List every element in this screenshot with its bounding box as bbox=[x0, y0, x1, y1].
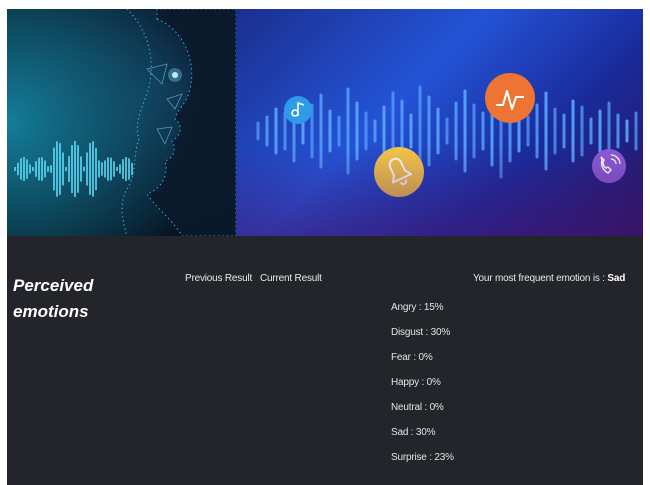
frequent-emotion-summary: Your most frequent emotion is : Sad bbox=[473, 273, 625, 284]
emotion-item-angry: Angry : 15% bbox=[391, 302, 444, 313]
emotion-item-neutral: Neutral : 0% bbox=[391, 402, 444, 413]
tab-previous-result[interactable]: Previous Result bbox=[185, 273, 252, 284]
face-illustration bbox=[7, 9, 236, 236]
emotion-item-happy: Happy : 0% bbox=[391, 377, 441, 388]
signal-wave-icon bbox=[485, 73, 535, 123]
frequent-emotion-label: Your most frequent emotion is : bbox=[473, 273, 608, 284]
frequent-emotion-value: Sad bbox=[607, 273, 626, 284]
emotion-item-surprise: Surprise : 23% bbox=[391, 452, 454, 463]
sound-wave-illustration bbox=[236, 9, 643, 236]
bell-icon bbox=[374, 147, 424, 197]
page-title: Perceived emotions bbox=[13, 276, 94, 321]
tab-current-result[interactable]: Current Result bbox=[260, 273, 322, 284]
emotion-item-fear: Fear : 0% bbox=[391, 352, 433, 363]
result-tabs: Previous Result Current Result bbox=[185, 273, 322, 284]
emotion-item-disgust: Disgust : 30% bbox=[391, 327, 451, 338]
app-frame: Perceived emotions Previous Result Curre… bbox=[7, 9, 643, 485]
hero-banner bbox=[7, 9, 643, 236]
emotion-results-list: Angry : 15% Disgust : 30% Fear : 0% Happy :… bbox=[391, 302, 454, 477]
phone-call-icon bbox=[592, 149, 626, 183]
ai-face-graphic bbox=[7, 9, 236, 236]
emotion-item-sad: Sad : 30% bbox=[391, 427, 436, 438]
sound-wave-graphic bbox=[256, 73, 638, 197]
music-note-icon bbox=[284, 96, 312, 124]
